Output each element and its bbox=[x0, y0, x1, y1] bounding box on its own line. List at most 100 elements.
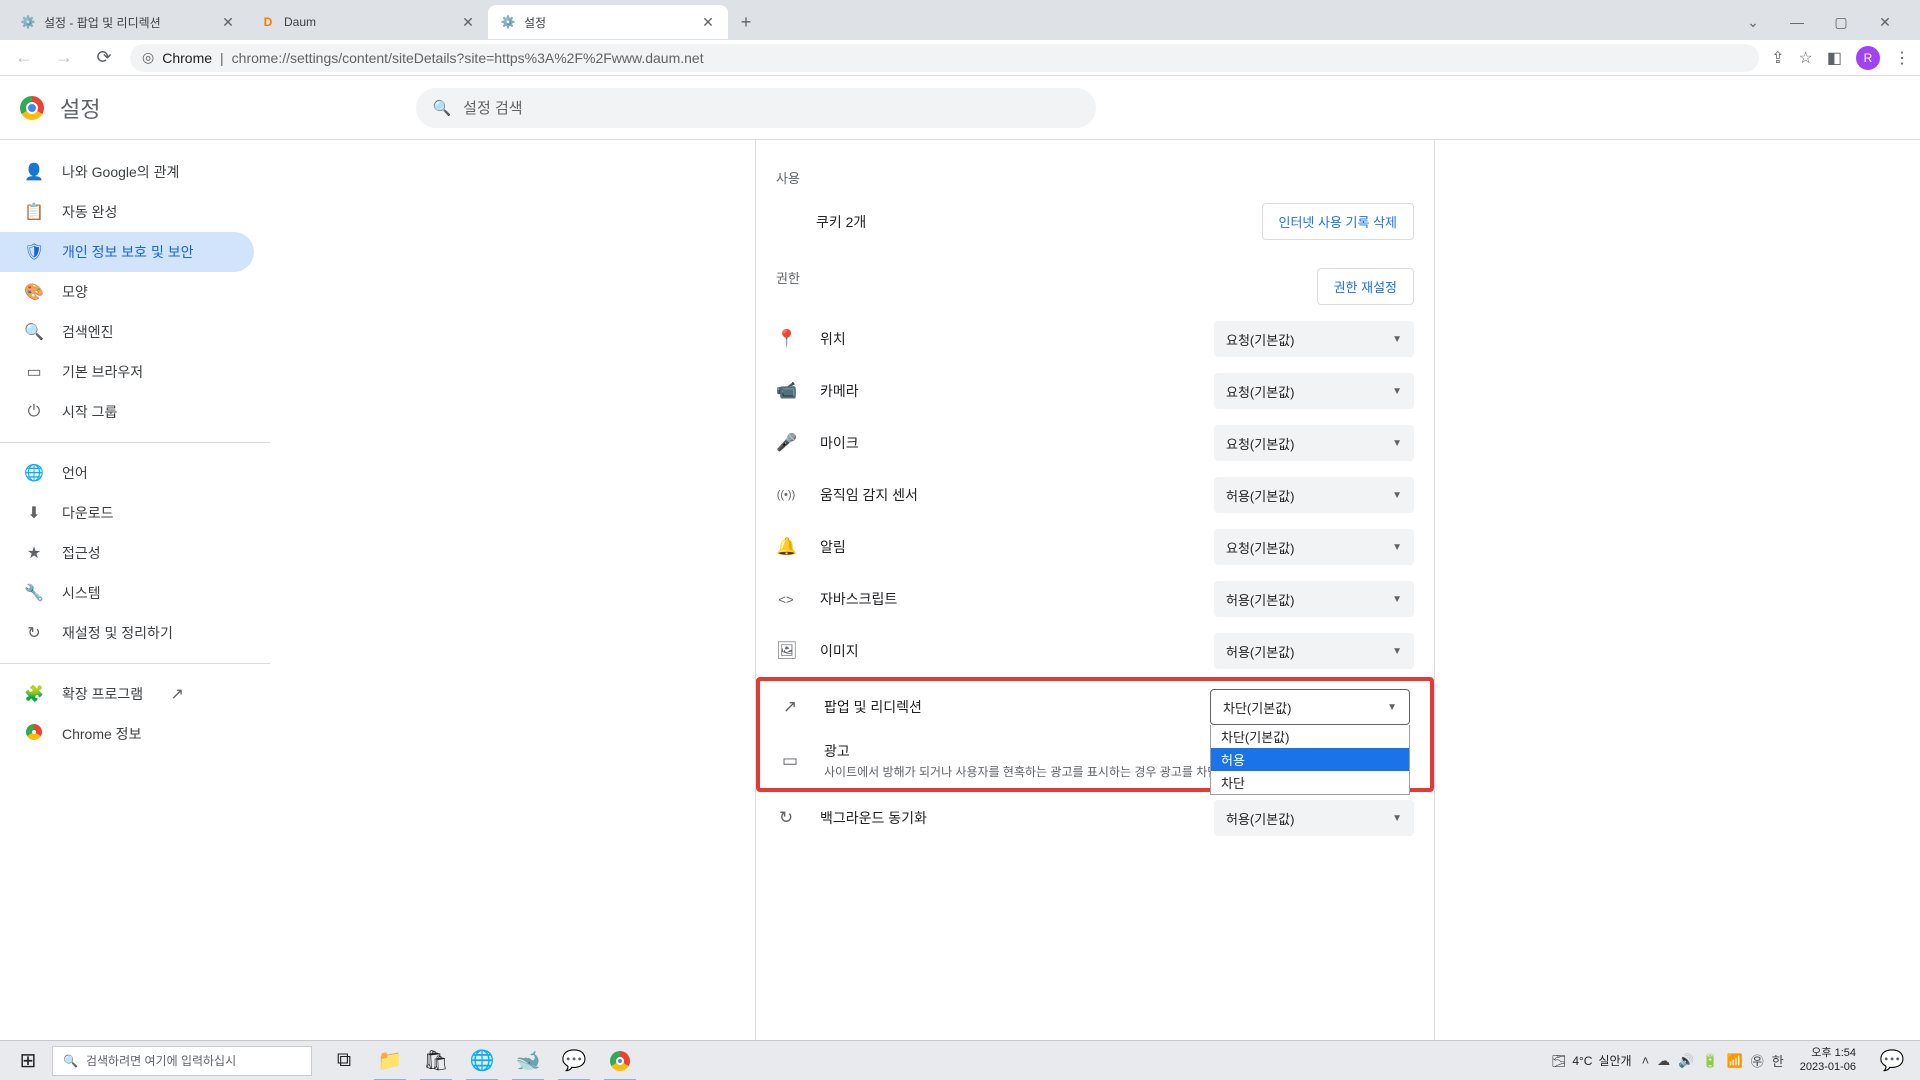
side-panel-icon[interactable]: ◧ bbox=[1827, 48, 1842, 68]
ime-icon[interactable]: ㉾ bbox=[1751, 1051, 1764, 1070]
tab-daum[interactable]: D Daum ✕ bbox=[248, 5, 488, 39]
images-label: 이미지 bbox=[820, 641, 859, 661]
location-label: 위치 bbox=[820, 329, 846, 349]
popups-label: 팝업 및 리디렉션 bbox=[824, 697, 922, 717]
notifications-icon[interactable]: 💬 bbox=[1872, 1041, 1912, 1080]
images-dropdown[interactable]: 허용(기본값)▼ bbox=[1214, 633, 1414, 669]
sidebar-item-label: 접근성 bbox=[62, 543, 101, 563]
new-tab-button[interactable]: + bbox=[732, 8, 760, 36]
tab-strip: ⚙️ 설정 - 팝업 및 리디렉션 ✕ D Daum ✕ ⚙️ 설정 ✕ + ⌄… bbox=[0, 0, 1920, 40]
cookies-count: 쿠키 2개 bbox=[816, 212, 866, 232]
maximize-button[interactable]: ▢ bbox=[1826, 7, 1856, 37]
dropdown-option-default[interactable]: 차단(기본값) bbox=[1211, 725, 1409, 748]
task-view-icon[interactable]: ⧉ bbox=[324, 1041, 364, 1080]
sidebar-item-label: 재설정 및 정리하기 bbox=[62, 623, 173, 643]
chrome-taskbar-icon[interactable] bbox=[600, 1041, 640, 1080]
close-icon[interactable]: ✕ bbox=[220, 14, 236, 30]
bg-sync-dropdown[interactable]: 허용(기본값)▼ bbox=[1214, 800, 1414, 836]
mic-dropdown[interactable]: 요청(기본값)▼ bbox=[1214, 425, 1414, 461]
reload-button[interactable]: ⟳ bbox=[90, 44, 118, 72]
reset-permissions-button[interactable]: 권한 재설정 bbox=[1317, 268, 1414, 305]
menu-icon[interactable]: ⋮ bbox=[1894, 48, 1910, 68]
explorer-icon[interactable]: 📁 bbox=[370, 1041, 410, 1080]
sidebar-item-accessibility[interactable]: ★접근성 bbox=[0, 533, 254, 573]
kakaotalk-icon[interactable]: 💬 bbox=[554, 1041, 594, 1080]
sidebar-item-you-and-google[interactable]: 👤 나와 Google의 관계 bbox=[0, 152, 254, 192]
popup-icon: ↗ bbox=[780, 697, 800, 717]
share-icon[interactable]: ⇪ bbox=[1771, 48, 1784, 68]
highlighted-region: ↗팝업 및 리디렉션 차단(기본값)▼ 차단(기본값) 허용 차단 ▭ 광고 bbox=[756, 677, 1434, 792]
motion-sensor-dropdown[interactable]: 허용(기본값)▼ bbox=[1214, 477, 1414, 513]
volume-icon[interactable]: 🔊 bbox=[1678, 1053, 1694, 1069]
close-icon[interactable]: ✕ bbox=[460, 14, 476, 30]
sidebar-item-autofill[interactable]: 📋자동 완성 bbox=[0, 192, 254, 232]
javascript-dropdown[interactable]: 허용(기본값)▼ bbox=[1214, 581, 1414, 617]
sidebar-item-reset[interactable]: ↻ 재설정 및 정리하기 bbox=[0, 613, 254, 653]
sidebar-item-label: 모양 bbox=[62, 282, 88, 302]
sidebar-item-system[interactable]: 🔧시스템 bbox=[0, 573, 254, 613]
chrome-origin-icon: ◎ bbox=[142, 49, 154, 66]
url-separator: | bbox=[220, 50, 224, 66]
chrome-logo-icon bbox=[24, 724, 44, 745]
permissions-section-label: 권한 bbox=[776, 268, 800, 287]
ads-icon: ▭ bbox=[780, 751, 800, 771]
sidebar-item-about[interactable]: Chrome 정보 bbox=[0, 714, 254, 754]
clear-data-button[interactable]: 인터넷 사용 기록 삭제 bbox=[1262, 203, 1414, 240]
tab-title: 설정 bbox=[524, 14, 692, 31]
minimize-button[interactable]: ― bbox=[1782, 7, 1812, 37]
dropdown-option-block[interactable]: 차단 bbox=[1211, 771, 1409, 794]
restore-icon: ↻ bbox=[24, 623, 44, 643]
sidebar-item-on-startup[interactable]: ⏻시작 그룹 bbox=[0, 392, 254, 432]
onedrive-icon[interactable]: ☁ bbox=[1657, 1053, 1670, 1069]
store-icon[interactable]: 🛍 bbox=[416, 1041, 456, 1080]
tab-search-icon[interactable]: ⌄ bbox=[1738, 7, 1768, 37]
mic-icon: 🎤 bbox=[776, 433, 796, 453]
settings-search[interactable]: 🔍 설정 검색 bbox=[416, 88, 1096, 128]
close-icon[interactable]: ✕ bbox=[700, 14, 716, 30]
dropdown-option-allow[interactable]: 허용 bbox=[1211, 748, 1409, 771]
tab-settings-popups[interactable]: ⚙️ 설정 - 팝업 및 리디렉션 ✕ bbox=[8, 5, 248, 39]
sidebar-item-search-engine[interactable]: 🔍검색엔진 bbox=[0, 312, 254, 352]
location-dropdown[interactable]: 요청(기본값)▼ bbox=[1214, 321, 1414, 357]
sidebar-item-label: 언어 bbox=[62, 463, 88, 483]
camera-dropdown[interactable]: 요청(기본값)▼ bbox=[1214, 373, 1414, 409]
popups-dropdown[interactable]: 차단(기본값)▼ bbox=[1210, 689, 1410, 725]
shield-icon: 🛡 bbox=[24, 242, 44, 262]
wifi-icon[interactable]: 📶 bbox=[1727, 1053, 1743, 1069]
sidebar-item-downloads[interactable]: ⬇다운로드 bbox=[0, 493, 254, 533]
sidebar-item-label: Chrome 정보 bbox=[62, 724, 141, 744]
time: 오후 1:54 bbox=[1800, 1047, 1856, 1060]
popups-dropdown-menu: 차단(기본값) 허용 차단 bbox=[1210, 725, 1410, 795]
notifications-dropdown[interactable]: 요청(기본값)▼ bbox=[1214, 529, 1414, 565]
forward-button[interactable]: → bbox=[50, 44, 78, 72]
bookmark-icon[interactable]: ☆ bbox=[1799, 48, 1813, 68]
whale-icon[interactable]: 🐋 bbox=[508, 1041, 548, 1080]
taskbar-search[interactable]: 🔍 검색하려면 여기에 입력하십시 bbox=[52, 1046, 312, 1076]
tab-settings[interactable]: ⚙️ 설정 ✕ bbox=[488, 5, 728, 39]
edge-icon[interactable]: 🌐 bbox=[462, 1041, 502, 1080]
wrench-icon: 🔧 bbox=[24, 583, 44, 603]
close-window-button[interactable]: ✕ bbox=[1870, 7, 1900, 37]
tray-expand-icon[interactable]: ˄ bbox=[1642, 1053, 1650, 1068]
taskbar: ⊞ 🔍 검색하려면 여기에 입력하십시 ⧉ 📁 🛍 🌐 🐋 💬 🌫 4°C 실안… bbox=[0, 1040, 1920, 1080]
omnibox[interactable]: ◎ Chrome | chrome://settings/content/sit… bbox=[130, 44, 1759, 72]
battery-icon[interactable]: 🔋 bbox=[1702, 1053, 1718, 1069]
profile-button[interactable]: R bbox=[1856, 46, 1880, 70]
sidebar-item-extensions[interactable]: 🧩확장 프로그램↗ bbox=[0, 674, 254, 714]
external-link-icon: ↗ bbox=[167, 684, 187, 704]
start-button[interactable]: ⊞ bbox=[8, 1041, 48, 1080]
chevron-down-icon: ▼ bbox=[1392, 646, 1402, 657]
input-indicator-icon[interactable]: 한 bbox=[1772, 1051, 1784, 1070]
sidebar-item-label: 나와 Google의 관계 bbox=[62, 162, 179, 182]
sidebar-item-languages[interactable]: 🌐언어 bbox=[0, 453, 254, 493]
sidebar-item-appearance[interactable]: 🎨모양 bbox=[0, 272, 254, 312]
sidebar-item-privacy[interactable]: 🛡개인 정보 보호 및 보안 bbox=[0, 232, 254, 272]
person-icon: 👤 bbox=[24, 162, 44, 182]
sidebar-item-default-browser[interactable]: ▭기본 브라우저 bbox=[0, 352, 254, 392]
address-bar: ← → ⟳ ◎ Chrome | chrome://settings/conte… bbox=[0, 40, 1920, 76]
weather-widget[interactable]: 🌫 4°C 실안개 bbox=[1551, 1052, 1632, 1069]
clock[interactable]: 오후 1:54 2023-01-06 bbox=[1794, 1047, 1862, 1073]
chevron-down-icon: ▼ bbox=[1392, 490, 1402, 501]
back-button[interactable]: ← bbox=[10, 44, 38, 72]
url-text: chrome://settings/content/siteDetails?si… bbox=[232, 50, 704, 66]
